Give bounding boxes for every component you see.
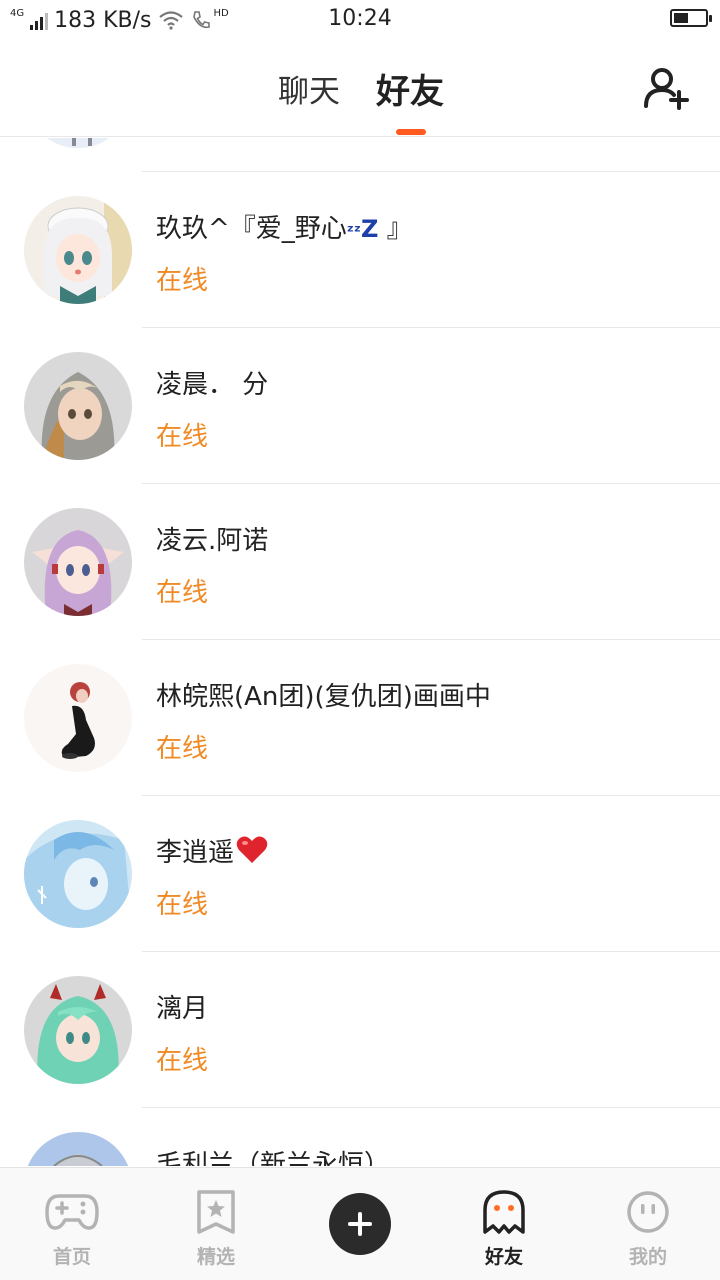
friend-item[interactable]: 玖玖^『爱_野心ᶻᶻZ 』 在线 [0,172,720,328]
nav-home[interactable]: 首页 [0,1168,144,1280]
status-bar: 4G 183 KB/s HD 10:24 [0,0,720,40]
friend-name-text: 玖玖^『爱_野心 [156,214,347,244]
friend-name: 漓月 [156,994,209,1024]
friend-item[interactable]: 毛利兰（新兰永恒） [0,1108,720,1166]
battery-icon [670,9,712,27]
avatar[interactable] [24,820,132,928]
active-tab-indicator [396,129,426,135]
face-icon [627,1191,669,1233]
bottom-nav: 首页 精选 好友 我的 [0,1167,720,1280]
friend-name: 凌晨． 分 [156,370,269,400]
friend-item[interactable]: 凌云.阿诺 在线 [0,484,720,640]
avatar[interactable] [24,352,132,460]
nav-home-label: 首页 [52,1246,91,1268]
friend-name-text: 李逍遥 [156,838,235,868]
status-online: 在线 [156,266,209,296]
nav-featured-label: 精选 [196,1246,235,1268]
nav-friends[interactable]: 好友 [432,1168,576,1280]
header: 聊天 好友 [0,40,720,137]
friend-item[interactable]: 李逍遥 在线 [0,796,720,952]
nav-mine[interactable]: 我的 [576,1168,720,1280]
friend-name: 凌云.阿诺 [156,526,269,556]
status-online: 在线 [156,1046,209,1076]
status-online: 在线 [156,422,209,452]
heart-icon [236,836,268,863]
avatar[interactable] [24,1132,132,1166]
tab-chat[interactable]: 聊天 [278,66,340,111]
star-bookmark-icon [197,1190,235,1234]
friend-name: 李逍遥 [156,832,268,869]
friend-name: 玖玖^『爱_野心ᶻᶻZ 』 [156,214,413,244]
status-online: 在线 [156,578,209,608]
avatar[interactable] [24,976,132,1084]
friend-item[interactable]: 凌晨． 分 在线 [0,328,720,484]
nav-featured[interactable]: 精选 [144,1168,288,1280]
friend-item[interactable]: 林皖熙(An团)(复仇团)画画中 在线 [0,640,720,796]
plus-button[interactable] [329,1193,391,1255]
friend-list[interactable]: 玖玖^『爱_野心ᶻᶻZ 』 在线 凌晨． 分 在线 凌云.阿诺 在线 林皖熙(A… [0,138,720,1166]
gamepad-icon [45,1194,99,1230]
avatar[interactable] [24,138,132,148]
avatar[interactable] [24,664,132,772]
nav-friends-label: 好友 [484,1246,523,1268]
ghost-icon [483,1190,525,1234]
status-online: 在线 [156,734,209,764]
avatar[interactable] [24,196,132,304]
sleep-icon: ᶻᶻZ [346,215,379,243]
friend-name: 毛利兰（新兰永恒） [156,1150,391,1166]
tab-friends[interactable]: 好友 [376,64,444,113]
battery-level [674,13,688,23]
friend-name: 林皖熙(An团)(复仇团)画画中 [156,682,491,712]
nav-mine-label: 我的 [628,1246,667,1268]
status-time: 10:24 [328,6,392,31]
add-person-icon[interactable] [642,64,690,112]
avatar[interactable] [24,508,132,616]
status-online: 在线 [156,890,209,920]
friend-item[interactable]: 漓月 在线 [0,952,720,1108]
